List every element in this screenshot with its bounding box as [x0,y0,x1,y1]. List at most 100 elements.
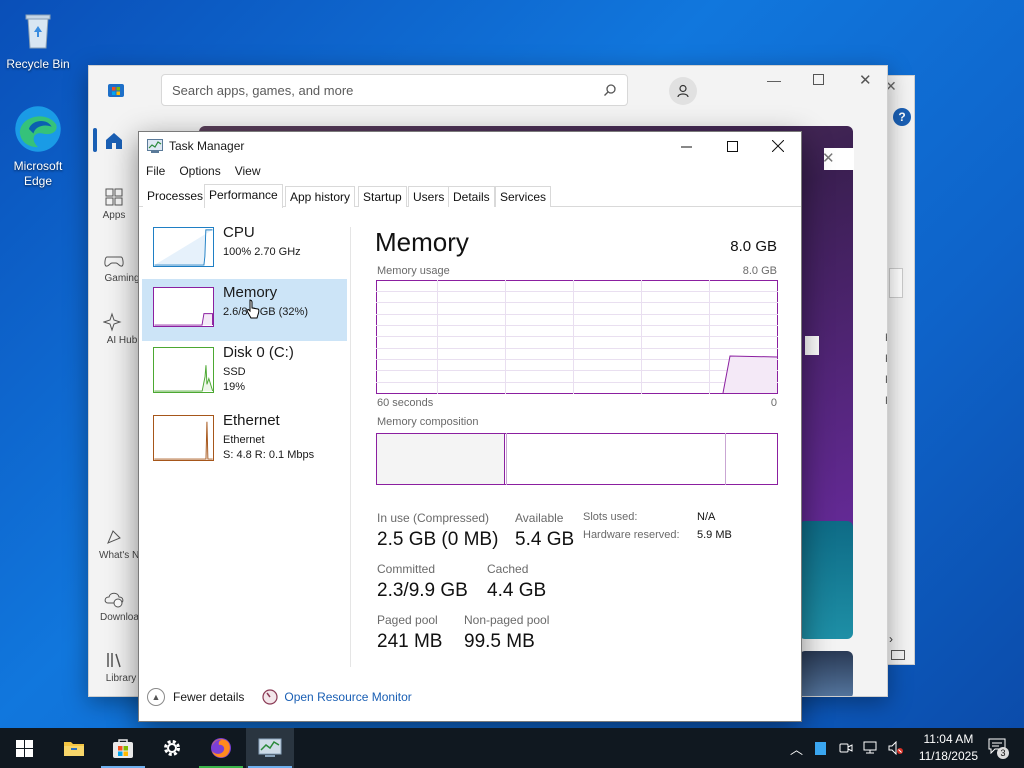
taskbar-settings[interactable] [148,728,196,768]
windows-logo-icon [15,739,33,757]
task-manager-icon [258,738,282,757]
home-icon [106,133,122,149]
tab-processes[interactable]: Processes [143,186,208,207]
store-card[interactable] [799,521,853,639]
resource-detail: 100% 2.70 GHz [223,246,301,258]
stat-value-committed: 2.3/9.9 GB [377,580,468,601]
usage-graph-label: Memory usage [377,265,450,277]
resource-ethernet[interactable]: Ethernet Ethernet S: 4.8 R: 0.1 Mbps [142,407,347,469]
panel-divider [350,227,351,667]
desktop-icon-recycle-bin[interactable]: Recycle Bin [0,8,76,71]
recycle-bin-icon [25,14,51,49]
stat-label-available: Available [515,511,564,525]
close-button[interactable] [755,132,801,160]
nav-whats-new[interactable]: What's New [89,526,139,566]
stat-value-available: 5.4 GB [515,529,575,550]
store-card[interactable] [799,651,853,696]
stat-label-cached: Cached [487,562,529,576]
nav-label: Library [105,673,137,684]
memory-usage-graph [376,280,778,394]
chevron-right-icon[interactable]: › [889,632,893,646]
stat-value-cached: 4.4 GB [487,580,547,601]
detail-label-slots: Slots used: [583,511,638,523]
nav-home[interactable] [89,130,139,154]
minimize-button[interactable] [663,132,709,160]
store-hero-chip [805,336,819,355]
desktop-icon-label: Recycle Bin [6,57,70,71]
taskbar-store[interactable] [99,728,147,768]
ethernet-sparkline [153,415,214,461]
nav-ai-hub[interactable]: AI Hub [89,311,139,351]
tab-details[interactable]: Details [448,186,495,207]
tab-services[interactable]: Services [495,186,552,207]
window-title: Task Manager [169,139,245,153]
store-panel-icon [891,650,905,660]
size-unit: KB [885,370,887,391]
taskbar-file-explorer[interactable] [50,728,98,768]
volume-muted-icon[interactable] [888,741,904,755]
memory-composition-bar [376,433,778,485]
detail-value-slots: N/A [697,511,716,523]
graph-time-end: 0 [770,397,777,409]
detail-label-hw-reserved: Hardware reserved: [583,529,680,541]
store-search-input[interactable]: Search apps, games, and more [161,74,628,106]
fewer-details-button[interactable]: Fewer details [173,690,244,704]
tab-performance[interactable]: Performance [204,184,283,208]
search-icon [604,84,616,96]
task-manager-icon [147,139,163,153]
resource-cpu[interactable]: CPU 100% 2.70 GHz [142,219,347,281]
store-dialog-strip: ✕ [822,148,854,170]
menu-view[interactable]: View [228,160,268,182]
nav-library[interactable]: Library [89,649,139,689]
chevron-up-icon[interactable]: ︿ [790,739,803,758]
taskbar: ︿ 11:04 AM 11/18/2025 3 [0,728,1024,768]
network-icon[interactable] [863,741,879,755]
nav-apps[interactable]: Apps [89,186,139,221]
tab-startup[interactable]: Startup [358,186,407,207]
clock-date: 11/18/2025 [918,749,978,763]
resource-name: CPU [223,224,255,241]
edge-icon [15,106,61,152]
tab-app-history[interactable]: App history [285,186,356,207]
resource-memory[interactable]: Memory 2.6/8.0 GB (32%) [142,279,347,341]
store-minimize-button[interactable]: — [767,72,781,88]
store-close-button[interactable]: ✕ [859,71,872,89]
library-icon [107,653,121,668]
gamepad-icon [104,256,124,267]
minimize-icon [680,146,692,147]
firefox-icon [211,738,231,758]
resource-detail: SSD [223,366,246,378]
meet-now-icon[interactable] [839,741,853,755]
start-button[interactable] [0,728,48,768]
resource-disk[interactable]: Disk 0 (C:) SSD 19% [142,339,347,401]
nav-gaming[interactable]: Gaming [89,249,139,289]
close-icon[interactable]: ✕ [822,149,835,167]
resource-detail: Ethernet [223,434,265,446]
nav-downloads[interactable]: Downloads [89,588,139,628]
taskbar-firefox[interactable] [197,728,245,768]
whats-new-icon [107,530,121,544]
store-maximize-button[interactable] [813,74,824,85]
total-memory: 8.0 GB [730,238,777,255]
help-icon[interactable]: ? [893,108,911,126]
notification-center-button[interactable]: 3 [988,738,1010,759]
disk-sparkline [153,347,214,393]
nav-label: Apps [102,210,126,221]
nav-label: What's New [99,550,139,561]
menu-file[interactable]: File [139,160,172,182]
search-placeholder: Search apps, games, and more [172,82,354,98]
maximize-button[interactable] [709,132,755,160]
maximize-icon [726,140,738,152]
defender-icon[interactable] [815,741,827,755]
open-resource-monitor-link[interactable]: Open Resource Monitor [284,690,411,704]
taskbar-task-manager[interactable] [246,728,294,768]
menu-options[interactable]: Options [172,160,227,182]
desktop-icon-edge[interactable]: Microsoft Edge [0,104,76,189]
chevron-up-icon: ▲ [147,688,165,706]
clock[interactable]: 11:04 AM 11/18/2025 [919,731,978,765]
cpu-sparkline [153,227,214,267]
sparkle-icon [103,312,122,332]
size-unit: KB [885,349,887,370]
account-avatar[interactable] [669,77,697,105]
tab-users[interactable]: Users [408,186,450,207]
